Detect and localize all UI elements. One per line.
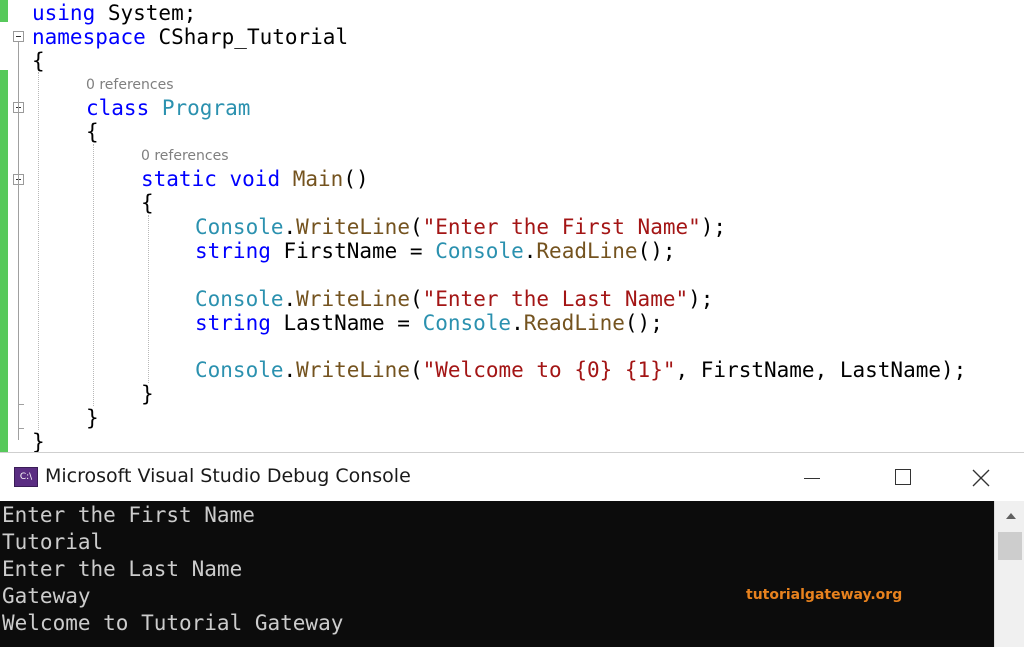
scrollbar-thumb[interactable] [998, 532, 1022, 560]
console-app-icon: C:\ [14, 467, 38, 487]
code-line: Console.WriteLine("Enter the Last Name")… [195, 287, 714, 311]
change-indicator-bar [0, 0, 8, 22]
window-title: Microsoft Visual Studio Debug Console [45, 465, 411, 487]
window-titlebar[interactable]: C:\ Microsoft Visual Studio Debug Consol… [0, 453, 1024, 501]
code-line: { [32, 49, 45, 73]
code-line: { [141, 191, 154, 215]
console-line: Tutorial [2, 530, 104, 554]
code-line: Console.WriteLine("Welcome to {0} {1}", … [195, 358, 967, 382]
minimize-button[interactable] [788, 457, 834, 497]
code-line: string LastName = Console.ReadLine(); [195, 311, 663, 335]
console-line: Enter the Last Name [2, 557, 243, 581]
close-button[interactable] [958, 457, 1004, 497]
console-line: Welcome to Tutorial Gateway [2, 611, 344, 635]
indent-guide [93, 144, 94, 406]
code-line: } [32, 430, 45, 452]
code-line: { [86, 120, 99, 144]
code-line: class Program [86, 96, 251, 120]
code-editor[interactable]: using System; namespace CSharp_Tutorial … [0, 0, 1024, 452]
console-output[interactable]: Enter the First Name Tutorial Enter the … [0, 501, 994, 647]
maximize-button[interactable] [880, 457, 926, 497]
code-line: } [141, 382, 154, 406]
codelens-references[interactable]: 0 references [141, 147, 229, 165]
console-line: Gateway [2, 584, 91, 608]
watermark-text: tutorialgateway.org [746, 587, 903, 603]
console-line: Enter the First Name [2, 503, 255, 527]
outline-end-marker [18, 404, 24, 405]
debug-console-window: C:\ Microsoft Visual Studio Debug Consol… [0, 452, 1024, 647]
outline-end-marker [18, 428, 24, 429]
codelens-references[interactable]: 0 references [86, 76, 174, 94]
change-indicator-bar [0, 70, 8, 452]
close-icon [972, 469, 990, 487]
scroll-up-arrow-icon[interactable] [995, 501, 1024, 531]
collapse-namespace-icon[interactable] [13, 31, 24, 42]
code-line: namespace CSharp_Tutorial [32, 25, 349, 49]
indent-guide [148, 215, 149, 383]
code-line: } [86, 406, 99, 430]
indent-guide [38, 72, 39, 430]
code-line: using System; [32, 1, 197, 25]
outline-line [18, 42, 19, 440]
vertical-scrollbar[interactable] [994, 501, 1024, 647]
code-line: static void Main() [141, 167, 369, 191]
code-line: string FirstName = Console.ReadLine(); [195, 239, 676, 263]
code-line: Console.WriteLine("Enter the First Name"… [195, 215, 727, 239]
